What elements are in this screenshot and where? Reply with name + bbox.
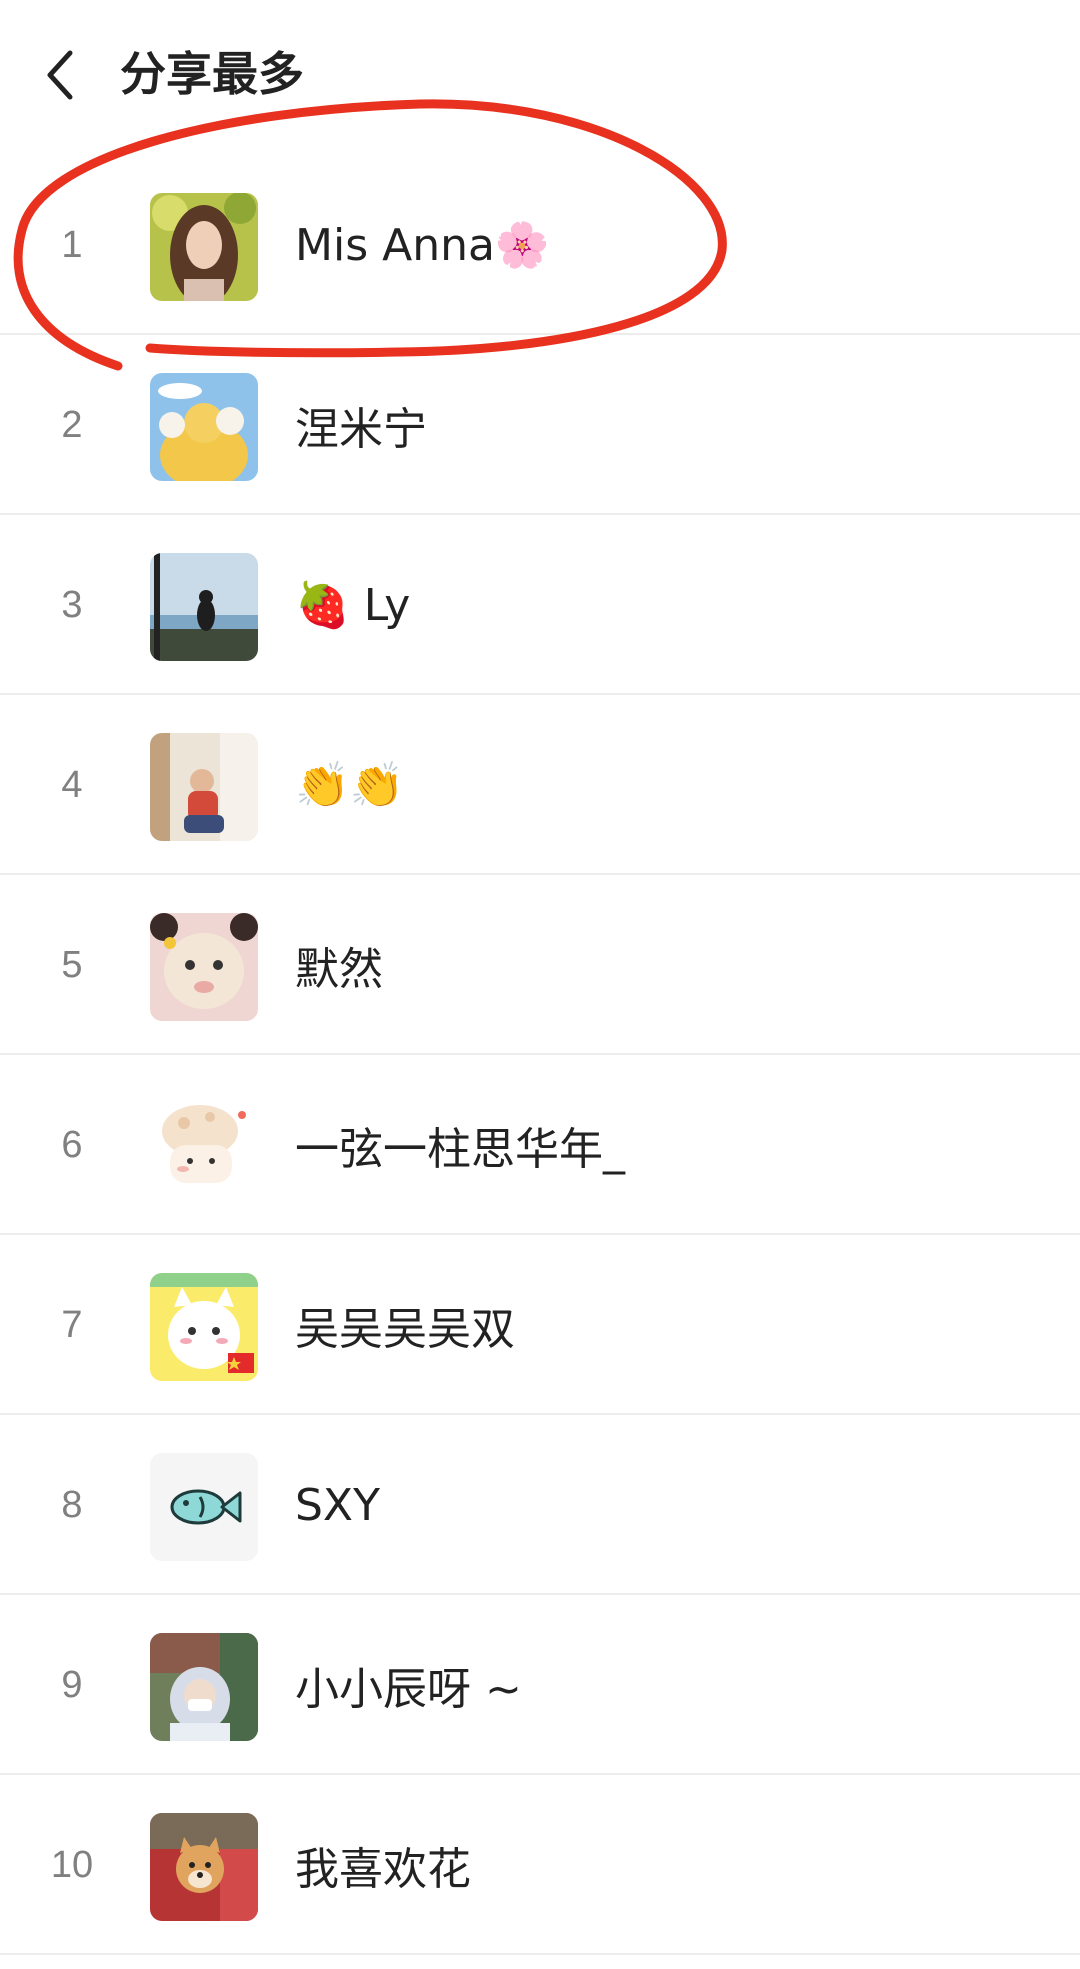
list-item[interactable]: 2 涅米宁 xyxy=(0,335,1080,515)
user-name: 吴吴吴吴双 xyxy=(295,1304,515,1355)
avatar[interactable] xyxy=(150,913,258,1021)
rank-number: 3 xyxy=(61,583,83,626)
avatar[interactable] xyxy=(150,1273,258,1381)
avatar[interactable] xyxy=(150,1813,258,1921)
list-item[interactable]: 1 Mis Anna🌸 xyxy=(0,155,1080,335)
rank-number: 5 xyxy=(61,943,83,986)
rank-number: 8 xyxy=(61,1483,83,1526)
rank-number: 7 xyxy=(61,1303,83,1346)
list-item[interactable]: 6 一弦一柱思华年_ xyxy=(0,1055,1080,1235)
rank-number: 9 xyxy=(61,1663,83,1706)
user-name: 一弦一柱思华年_ xyxy=(295,1124,625,1175)
rank-number: 2 xyxy=(61,403,83,446)
avatar[interactable] xyxy=(150,733,258,841)
avatar[interactable] xyxy=(150,1633,258,1741)
avatar[interactable] xyxy=(150,1453,258,1561)
user-name: Mis Anna🌸 xyxy=(295,220,550,271)
ranking-list: 1 Mis Anna🌸 2 涅米宁 3 🍓 Ly 4 👏👏 5 默然 6 一弦一… xyxy=(0,155,1080,1955)
list-item[interactable]: 10 我喜欢花 xyxy=(0,1775,1080,1955)
chevron-left-icon xyxy=(47,50,73,100)
list-item[interactable]: 3 🍓 Ly xyxy=(0,515,1080,695)
rank-number: 6 xyxy=(61,1123,83,1166)
top-bar: 分享最多 xyxy=(0,0,1080,150)
avatar[interactable] xyxy=(150,193,258,301)
user-name: 涅米宁 xyxy=(295,404,427,455)
page-title: 分享最多 xyxy=(120,47,304,101)
avatar[interactable] xyxy=(150,1093,258,1201)
avatar[interactable] xyxy=(150,373,258,481)
user-name: 小小辰呀 ~ xyxy=(295,1664,522,1715)
rank-number: 4 xyxy=(61,763,83,806)
user-name: 默然 xyxy=(295,944,383,995)
user-name: 🍓 Ly xyxy=(295,580,411,631)
rank-number: 1 xyxy=(61,223,83,266)
avatar[interactable] xyxy=(150,553,258,661)
list-item[interactable]: 9 小小辰呀 ~ xyxy=(0,1595,1080,1775)
user-name: 我喜欢花 xyxy=(295,1844,471,1895)
list-item[interactable]: 5 默然 xyxy=(0,875,1080,1055)
list-item[interactable]: 7 吴吴吴吴双 xyxy=(0,1235,1080,1415)
back-button[interactable] xyxy=(30,35,90,115)
list-item[interactable]: 4 👏👏 xyxy=(0,695,1080,875)
user-name: SXY xyxy=(295,1479,380,1531)
list-item[interactable]: 8 SXY xyxy=(0,1415,1080,1595)
rank-number: 10 xyxy=(50,1843,94,1886)
user-name: 👏👏 xyxy=(295,760,405,811)
